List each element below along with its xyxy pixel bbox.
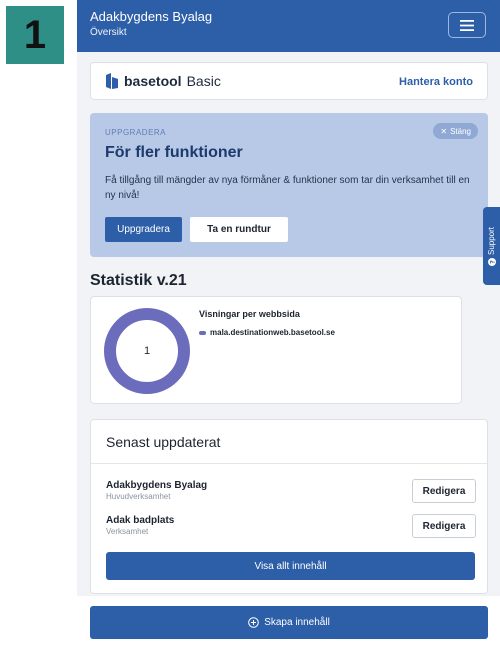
- donut-center-value: 1: [143, 345, 151, 357]
- account-card: basetool Basic Hantera konto: [90, 62, 488, 100]
- legend-label: mala.destinationweb.basetool.se: [210, 328, 335, 337]
- help-icon: ?: [487, 257, 496, 266]
- close-banner-button[interactable]: ✕ Stäng: [433, 123, 478, 139]
- basetool-logo: basetool Basic: [105, 73, 221, 89]
- edit-button[interactable]: Redigera: [412, 514, 476, 538]
- edit-button[interactable]: Redigera: [412, 479, 476, 503]
- take-tour-button[interactable]: Ta en rundtur: [190, 217, 288, 242]
- recently-updated-header: Senast uppdaterat: [91, 420, 487, 464]
- list-item: Adak badplats Verksamhet Redigera: [106, 514, 476, 545]
- close-label: Stäng: [450, 126, 471, 136]
- chart-legend-item: mala.destinationweb.basetool.se: [199, 328, 335, 337]
- upgrade-title: För fler funktioner: [105, 144, 243, 161]
- mobile-app-screen: Adakbygdens Byalag Översikt basetool Bas…: [77, 0, 500, 647]
- basetool-logo-icon: [106, 73, 118, 89]
- support-label: Support: [487, 226, 496, 255]
- upgrade-description: Få tillgång till mängder av nya förmåner…: [105, 175, 470, 201]
- svg-text:?: ?: [489, 259, 496, 263]
- upgrade-button[interactable]: Uppgradera: [105, 217, 182, 242]
- hamburger-menu-icon: [460, 19, 474, 31]
- manage-account-link[interactable]: Hantera konto: [399, 76, 473, 88]
- chart-title: Visningar per webbsida: [199, 309, 300, 319]
- legend-swatch: [199, 330, 206, 335]
- plan-name: Basic: [186, 73, 221, 89]
- organization-name: Adakbygdens Byalag: [90, 9, 213, 24]
- support-tab[interactable]: ? Support: [483, 207, 500, 285]
- plus-circle-icon: [248, 617, 259, 628]
- upgrade-eyebrow: UPPGRADERA: [105, 128, 167, 137]
- statistics-card: 1 Visningar per webbsida mala.destinatio…: [90, 296, 462, 404]
- show-all-content-button[interactable]: Visa allt innehåll: [106, 552, 475, 580]
- create-content-label: Skapa innehåll: [264, 617, 330, 628]
- hamburger-menu-button[interactable]: [448, 12, 486, 38]
- bottom-action-bar: Skapa innehåll: [77, 596, 500, 647]
- top-header-bar: Adakbygdens Byalag Översikt: [77, 0, 500, 52]
- step-number-badge: 1: [6, 6, 64, 64]
- logo-text: basetool: [124, 73, 182, 89]
- page-name: Översikt: [90, 27, 127, 38]
- upgrade-banner: UPPGRADERA ✕ Stäng För fler funktioner F…: [90, 113, 488, 257]
- recently-updated-card: Senast uppdaterat Adakbygdens Byalag Huv…: [90, 419, 488, 594]
- statistics-title: Statistik v.21: [90, 272, 187, 289]
- create-content-button[interactable]: Skapa innehåll: [90, 606, 488, 639]
- close-icon: ✕: [440, 126, 448, 136]
- recently-updated-title: Senast uppdaterat: [106, 434, 221, 450]
- list-item: Adakbygdens Byalag Huvudverksamhet Redig…: [106, 479, 476, 510]
